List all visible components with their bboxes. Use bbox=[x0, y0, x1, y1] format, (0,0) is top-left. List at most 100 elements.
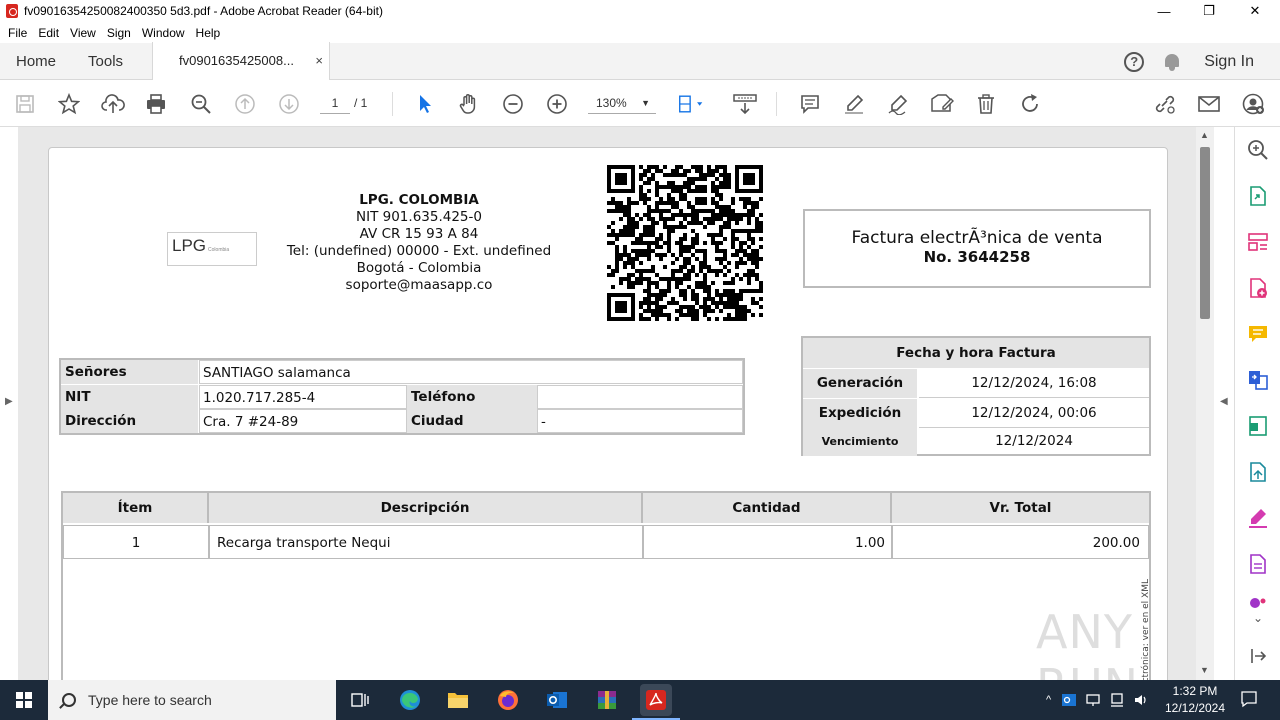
fill-sign-icon[interactable] bbox=[885, 91, 911, 117]
qr-module bbox=[723, 237, 728, 242]
fill-sign-tool-icon[interactable] bbox=[1247, 507, 1269, 529]
menu-view[interactable]: View bbox=[70, 26, 96, 40]
combine-files-icon[interactable] bbox=[1247, 369, 1269, 391]
tab-document[interactable]: fv0901635425008... × bbox=[152, 42, 330, 80]
scroll-down-icon[interactable]: ▼ bbox=[1200, 665, 1209, 675]
organize-pages-icon[interactable] bbox=[1247, 231, 1269, 253]
notification-center-icon[interactable] bbox=[1240, 690, 1258, 708]
previous-page-icon[interactable] bbox=[232, 91, 258, 117]
minimize-button[interactable]: — bbox=[1141, 0, 1187, 22]
dates-header: Fecha y hora Factura bbox=[803, 338, 1149, 368]
zoom-level-select[interactable]: 130% ▼ bbox=[588, 92, 656, 114]
qr-module bbox=[647, 181, 652, 186]
file-explorer-icon[interactable] bbox=[442, 684, 474, 716]
tray-outlook-icon[interactable] bbox=[1061, 692, 1077, 708]
comment-icon[interactable] bbox=[797, 91, 823, 117]
scrollbar-thumb[interactable] bbox=[1200, 147, 1210, 319]
firefox-icon[interactable] bbox=[492, 684, 524, 716]
tray-ethernet-icon[interactable] bbox=[1109, 692, 1125, 708]
sign-in-button[interactable]: Sign In bbox=[1204, 53, 1254, 71]
tab-home[interactable]: Home bbox=[0, 43, 72, 80]
start-button[interactable] bbox=[0, 680, 48, 720]
highlight-pen-icon[interactable] bbox=[841, 91, 867, 117]
tab-document-label: fv0901635425008... bbox=[179, 53, 294, 68]
qr-module bbox=[611, 273, 616, 278]
create-pdf-icon[interactable] bbox=[1247, 277, 1269, 299]
items-table: Ítem Descripción Cantidad Vr. Total 1 Re… bbox=[61, 491, 1151, 680]
compress-pdf-icon[interactable] bbox=[1247, 415, 1269, 437]
client-senores-value: SANTIAGO salamanca bbox=[199, 360, 743, 384]
chevron-down-icon[interactable]: ⌄ bbox=[1247, 611, 1269, 625]
vertical-scrollbar[interactable]: ▲ ▼ bbox=[1196, 127, 1214, 680]
left-panel-toggle[interactable]: ▶ bbox=[0, 127, 18, 680]
tray-network-icon[interactable] bbox=[1085, 692, 1101, 708]
zoom-search-icon[interactable] bbox=[188, 91, 214, 117]
delete-trash-icon[interactable] bbox=[973, 91, 999, 117]
notifications-bell-icon[interactable] bbox=[1164, 53, 1180, 71]
close-window-button[interactable]: ✕ bbox=[1232, 0, 1278, 22]
save-icon[interactable] bbox=[12, 91, 38, 117]
hand-tool-icon[interactable] bbox=[456, 91, 482, 117]
menu-sign[interactable]: Sign bbox=[107, 26, 131, 40]
bookmark-star-icon[interactable] bbox=[56, 91, 82, 117]
scroll-mode-icon[interactable] bbox=[732, 91, 758, 117]
qr-module bbox=[663, 305, 668, 310]
tray-volume-icon[interactable] bbox=[1133, 692, 1149, 708]
qr-module bbox=[611, 221, 616, 226]
send-for-review-icon[interactable] bbox=[1247, 461, 1269, 483]
qr-module bbox=[703, 241, 708, 246]
table-row-cantidad: 1.00 bbox=[643, 525, 892, 559]
document-viewer[interactable]: LPG Colombia LPG. COLOMBIA NIT 901.635.42… bbox=[18, 127, 1196, 680]
company-phone: Tel: (undefined) 00000 - Ext. undefined bbox=[286, 243, 552, 259]
right-panel-toggle[interactable]: ◀ bbox=[1214, 127, 1234, 680]
outlook-icon[interactable] bbox=[541, 684, 573, 716]
stamp-tool-icon[interactable] bbox=[1247, 595, 1269, 609]
help-icon[interactable]: ? bbox=[1124, 51, 1145, 72]
acrobat-reader-taskbar-icon[interactable] bbox=[640, 684, 672, 716]
page-number-input[interactable]: 1 bbox=[320, 92, 350, 114]
qr-module bbox=[695, 273, 700, 278]
taskbar-search-box[interactable]: Type here to search bbox=[48, 680, 336, 720]
qr-module bbox=[759, 305, 764, 310]
qr-module bbox=[739, 297, 744, 302]
export-pdf-icon[interactable] bbox=[1247, 185, 1269, 207]
task-view-icon[interactable] bbox=[344, 684, 376, 716]
menu-edit[interactable]: Edit bbox=[38, 26, 59, 40]
menu-file[interactable]: File bbox=[8, 26, 27, 40]
tab-tools[interactable]: Tools bbox=[72, 43, 139, 80]
vencimiento-value: 12/12/2024 bbox=[995, 433, 1073, 449]
client-telefono-label: Teléfono bbox=[407, 385, 537, 409]
zoom-out-icon[interactable] bbox=[500, 91, 526, 117]
menu-help[interactable]: Help bbox=[196, 26, 221, 40]
page-fit-icon[interactable] bbox=[678, 91, 704, 117]
taskbar-clock[interactable]: 1:32 PM 12/12/2024 bbox=[1160, 683, 1230, 717]
share-link-icon[interactable] bbox=[1152, 91, 1178, 117]
menu-window[interactable]: Window bbox=[142, 26, 185, 40]
select-cursor-icon[interactable] bbox=[412, 91, 438, 117]
add-user-icon[interactable] bbox=[1240, 91, 1266, 117]
edit-pdf-icon[interactable] bbox=[929, 91, 955, 117]
winrar-icon[interactable] bbox=[591, 684, 623, 716]
tab-bar: Home Tools fv0901635425008... × ? Sign I… bbox=[0, 42, 1280, 80]
edge-browser-icon[interactable] bbox=[394, 684, 426, 716]
scroll-up-icon[interactable]: ▲ bbox=[1200, 130, 1209, 140]
search-zoom-icon[interactable] bbox=[1247, 139, 1269, 161]
qr-module bbox=[671, 229, 676, 234]
email-envelope-icon[interactable] bbox=[1196, 91, 1222, 117]
qr-module bbox=[723, 273, 728, 278]
zoom-in-icon[interactable] bbox=[544, 91, 570, 117]
qr-module bbox=[735, 265, 740, 270]
tray-overflow-icon[interactable]: ^ bbox=[1046, 694, 1051, 706]
upload-cloud-icon[interactable] bbox=[100, 91, 126, 117]
more-tools-page-icon[interactable] bbox=[1247, 553, 1269, 575]
maximize-button[interactable]: ❐ bbox=[1186, 0, 1232, 22]
close-tab-icon[interactable]: × bbox=[315, 42, 323, 79]
comment-tool-icon[interactable] bbox=[1247, 323, 1269, 345]
collapse-panel-icon[interactable] bbox=[1247, 645, 1269, 667]
expedicion-label: Expedición bbox=[803, 399, 917, 428]
print-icon[interactable] bbox=[143, 91, 169, 117]
title-bar: fv09016354250082400350 5d3.pdf - Adobe A… bbox=[0, 0, 1280, 22]
qr-module bbox=[663, 253, 668, 258]
next-page-icon[interactable] bbox=[276, 91, 302, 117]
rotate-icon[interactable] bbox=[1017, 91, 1043, 117]
